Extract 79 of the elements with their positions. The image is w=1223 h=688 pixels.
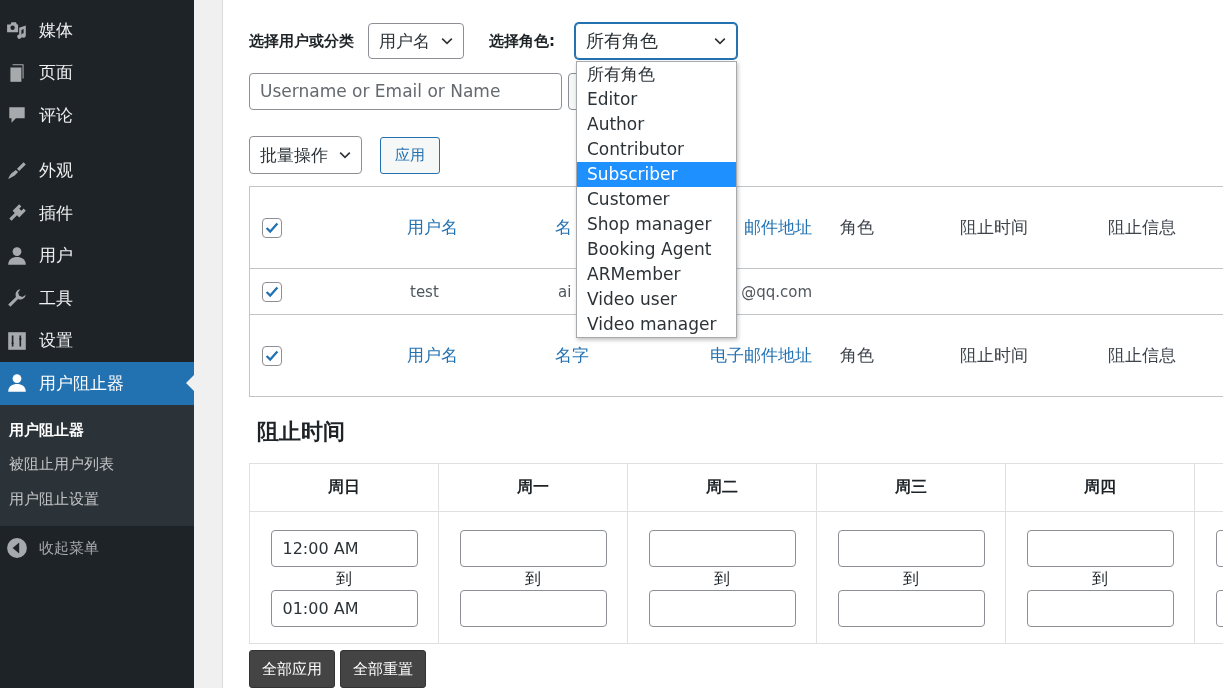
- sidebar-item[interactable]: 用户阻止器: [0, 362, 194, 405]
- time-field[interactable]: [648, 530, 796, 567]
- sidebar-item[interactable]: 工具: [0, 277, 194, 320]
- user-icon: [6, 244, 28, 267]
- action-button[interactable]: 全部重置: [340, 650, 426, 688]
- time-field[interactable]: [837, 590, 985, 627]
- time-field[interactable]: [459, 590, 607, 627]
- column-header: 角色: [840, 217, 874, 237]
- sidebar-item[interactable]: 设置: [0, 319, 194, 362]
- pointer-icon: [186, 375, 194, 391]
- table-cell: @qq.com: [741, 282, 812, 301]
- dropdown-option[interactable]: Author: [577, 112, 736, 137]
- media-icon: [6, 19, 28, 42]
- submenu-item[interactable]: 用户阻止设置: [0, 481, 194, 516]
- search-field[interactable]: Username or Email or Name: [249, 72, 562, 110]
- filter-label: 选择用户或分类: [249, 31, 355, 51]
- column-header-link[interactable]: 用户名: [407, 217, 458, 237]
- to-label: 到: [714, 568, 730, 590]
- column-header: 阻止信息: [1108, 217, 1176, 237]
- table-cell: ai: [558, 282, 572, 301]
- time-field[interactable]: [1026, 590, 1174, 627]
- submenu-item[interactable]: 用户阻止器: [0, 412, 194, 447]
- time-field[interactable]: [648, 590, 796, 627]
- checkbox[interactable]: [262, 345, 282, 366]
- dropdown-option[interactable]: 所有角色: [577, 62, 736, 87]
- to-label: 到: [1092, 568, 1108, 590]
- day-header: 周四: [1084, 477, 1116, 498]
- dropdown-option[interactable]: Video manager: [577, 312, 736, 337]
- filter-label: 选择角色:: [489, 31, 556, 51]
- sidebar-item[interactable]: 媒体: [0, 9, 194, 52]
- column-header: 阻止时间: [960, 345, 1028, 365]
- bulk-action-select[interactable]: 批量操作: [249, 136, 362, 174]
- day-header: 周二: [706, 477, 738, 498]
- column-header-link[interactable]: 名: [555, 217, 572, 237]
- sidebar-item[interactable]: 外观: [0, 149, 194, 192]
- column-header: 阻止时间: [960, 217, 1028, 237]
- checkbox[interactable]: [262, 217, 282, 238]
- time-field[interactable]: [459, 530, 607, 567]
- column-header-link[interactable]: 名字: [555, 345, 589, 365]
- table-cell: test: [410, 282, 439, 301]
- sidebar-item[interactable]: 插件: [0, 192, 194, 235]
- time-field[interactable]: 12:00 AM: [270, 530, 418, 567]
- dropdown-option[interactable]: Editor: [577, 87, 736, 112]
- dropdown-option[interactable]: ARMember: [577, 262, 736, 287]
- dropdown-option[interactable]: Video user: [577, 287, 736, 312]
- column-header-link[interactable]: 电子邮件地址: [710, 345, 812, 365]
- column-header-link[interactable]: 邮件地址: [744, 217, 812, 237]
- brush-icon: [6, 159, 28, 182]
- dropdown-option[interactable]: Customer: [577, 187, 736, 212]
- day-header: 周三: [895, 477, 927, 498]
- column-header: 角色: [840, 345, 874, 365]
- dropdown-option[interactable]: Shop manager: [577, 212, 736, 237]
- apply-button[interactable]: 应用: [380, 136, 440, 174]
- dropdown-option[interactable]: Booking Agent: [577, 237, 736, 262]
- sidebar-item[interactable]: 页面: [0, 51, 194, 94]
- column-header: 阻止信息: [1108, 345, 1176, 365]
- dropdown-option[interactable]: Contributor: [577, 137, 736, 162]
- action-button[interactable]: 全部应用: [249, 650, 335, 688]
- checkbox[interactable]: [262, 281, 282, 302]
- collapse-menu-button[interactable]: 收起菜单: [0, 526, 194, 570]
- submenu-item[interactable]: 被阻止用户列表: [0, 447, 194, 482]
- to-label: 到: [336, 568, 352, 590]
- day-header: 周日: [328, 477, 360, 498]
- wrench-icon: [6, 287, 28, 310]
- to-label: 到: [903, 568, 919, 590]
- sidebar-item[interactable]: 用户: [0, 234, 194, 277]
- collapse-icon: [6, 537, 28, 559]
- time-field[interactable]: [837, 530, 985, 567]
- settings-icon: [6, 329, 28, 352]
- day-header: 周一: [517, 477, 549, 498]
- time-field[interactable]: [1026, 530, 1174, 567]
- to-label: 到: [525, 568, 541, 590]
- user-type-select[interactable]: 用户名: [368, 23, 464, 59]
- user-icon: [6, 372, 28, 395]
- column-header-link[interactable]: 用户名: [407, 345, 458, 365]
- time-field[interactable]: 01:00 AM: [270, 590, 418, 627]
- section-heading: 阻止时间: [257, 418, 346, 446]
- sidebar-item[interactable]: 评论: [0, 94, 194, 137]
- role-select[interactable]: 所有角色: [575, 23, 737, 59]
